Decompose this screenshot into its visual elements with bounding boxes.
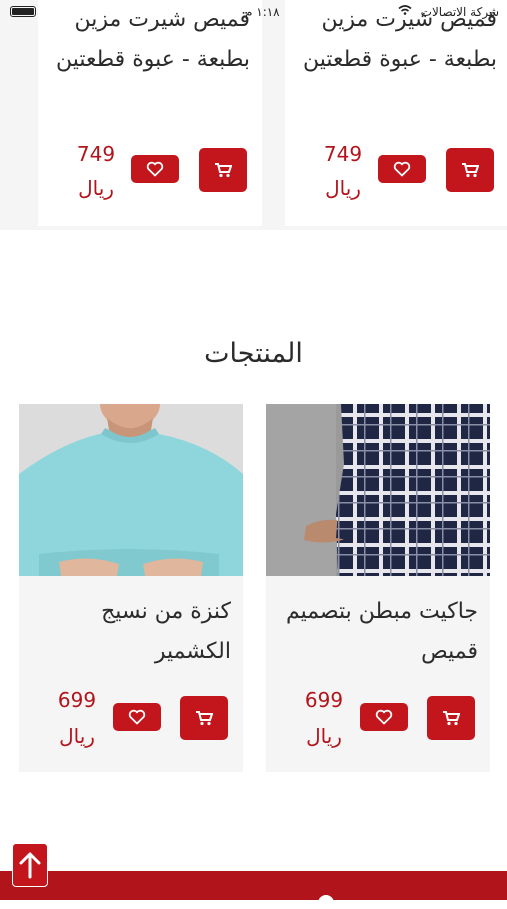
status-bar: ١:١٨ م شركة الاتصالات: [0, 0, 507, 24]
product-price: 749: [76, 142, 116, 166]
status-carrier: شركة الاتصالات: [420, 5, 499, 19]
cart-icon: [443, 711, 460, 726]
heart-icon: [375, 709, 393, 725]
cart-icon: [215, 163, 232, 178]
scroll-to-top-button[interactable]: [12, 843, 48, 887]
status-time: ١:١٨ م: [245, 5, 280, 19]
wishlist-button[interactable]: [360, 703, 408, 731]
add-to-cart-button[interactable]: [427, 696, 475, 740]
product-photo: [266, 404, 490, 576]
product-price: 699: [304, 688, 344, 712]
section-title: المنتجات: [204, 338, 303, 369]
add-to-cart-button[interactable]: [446, 148, 494, 192]
arrow-up-icon: [19, 852, 41, 879]
wishlist-button[interactable]: [131, 155, 179, 183]
wifi-icon: [398, 5, 412, 15]
product-image[interactable]: [266, 404, 490, 576]
product-title[interactable]: كنزة من نسيج الكشمير: [25, 592, 231, 672]
heart-icon: [146, 161, 164, 177]
cart-icon: [462, 163, 479, 178]
add-to-cart-button[interactable]: [180, 696, 228, 740]
product-card[interactable]: جاكيت مبطن بتصميم قميص 699 ريال: [266, 404, 490, 772]
price-currency: ريال: [325, 176, 361, 200]
product-title[interactable]: جاكيت مبطن بتصميم قميص: [272, 592, 478, 672]
top-products-section: قميص شيرت مزين بطبعة - عبوة قطعتين 749 ر…: [0, 0, 507, 230]
footer-bar: [0, 871, 507, 909]
footer-icon: [318, 895, 334, 909]
heart-icon: [128, 709, 146, 725]
cart-icon: [196, 711, 213, 726]
product-image[interactable]: [19, 404, 243, 576]
product-price: 699: [57, 688, 97, 712]
product-card[interactable]: كنزة من نسيج الكشمير 699 ريال: [19, 404, 243, 772]
product-photo: [19, 404, 243, 576]
wishlist-button[interactable]: [113, 703, 161, 731]
price-currency: ريال: [78, 176, 114, 200]
price-currency: ريال: [59, 724, 95, 748]
product-price: 749: [323, 142, 363, 166]
product-card[interactable]: قميص شيرت مزين بطبعة - عبوة قطعتين 749 ر…: [285, 0, 507, 226]
add-to-cart-button[interactable]: [199, 148, 247, 192]
product-card[interactable]: قميص شيرت مزين بطبعة - عبوة قطعتين 749 ر…: [38, 0, 262, 226]
battery-icon: [10, 6, 36, 17]
heart-icon: [393, 161, 411, 177]
price-currency: ريال: [306, 724, 342, 748]
wishlist-button[interactable]: [378, 155, 426, 183]
